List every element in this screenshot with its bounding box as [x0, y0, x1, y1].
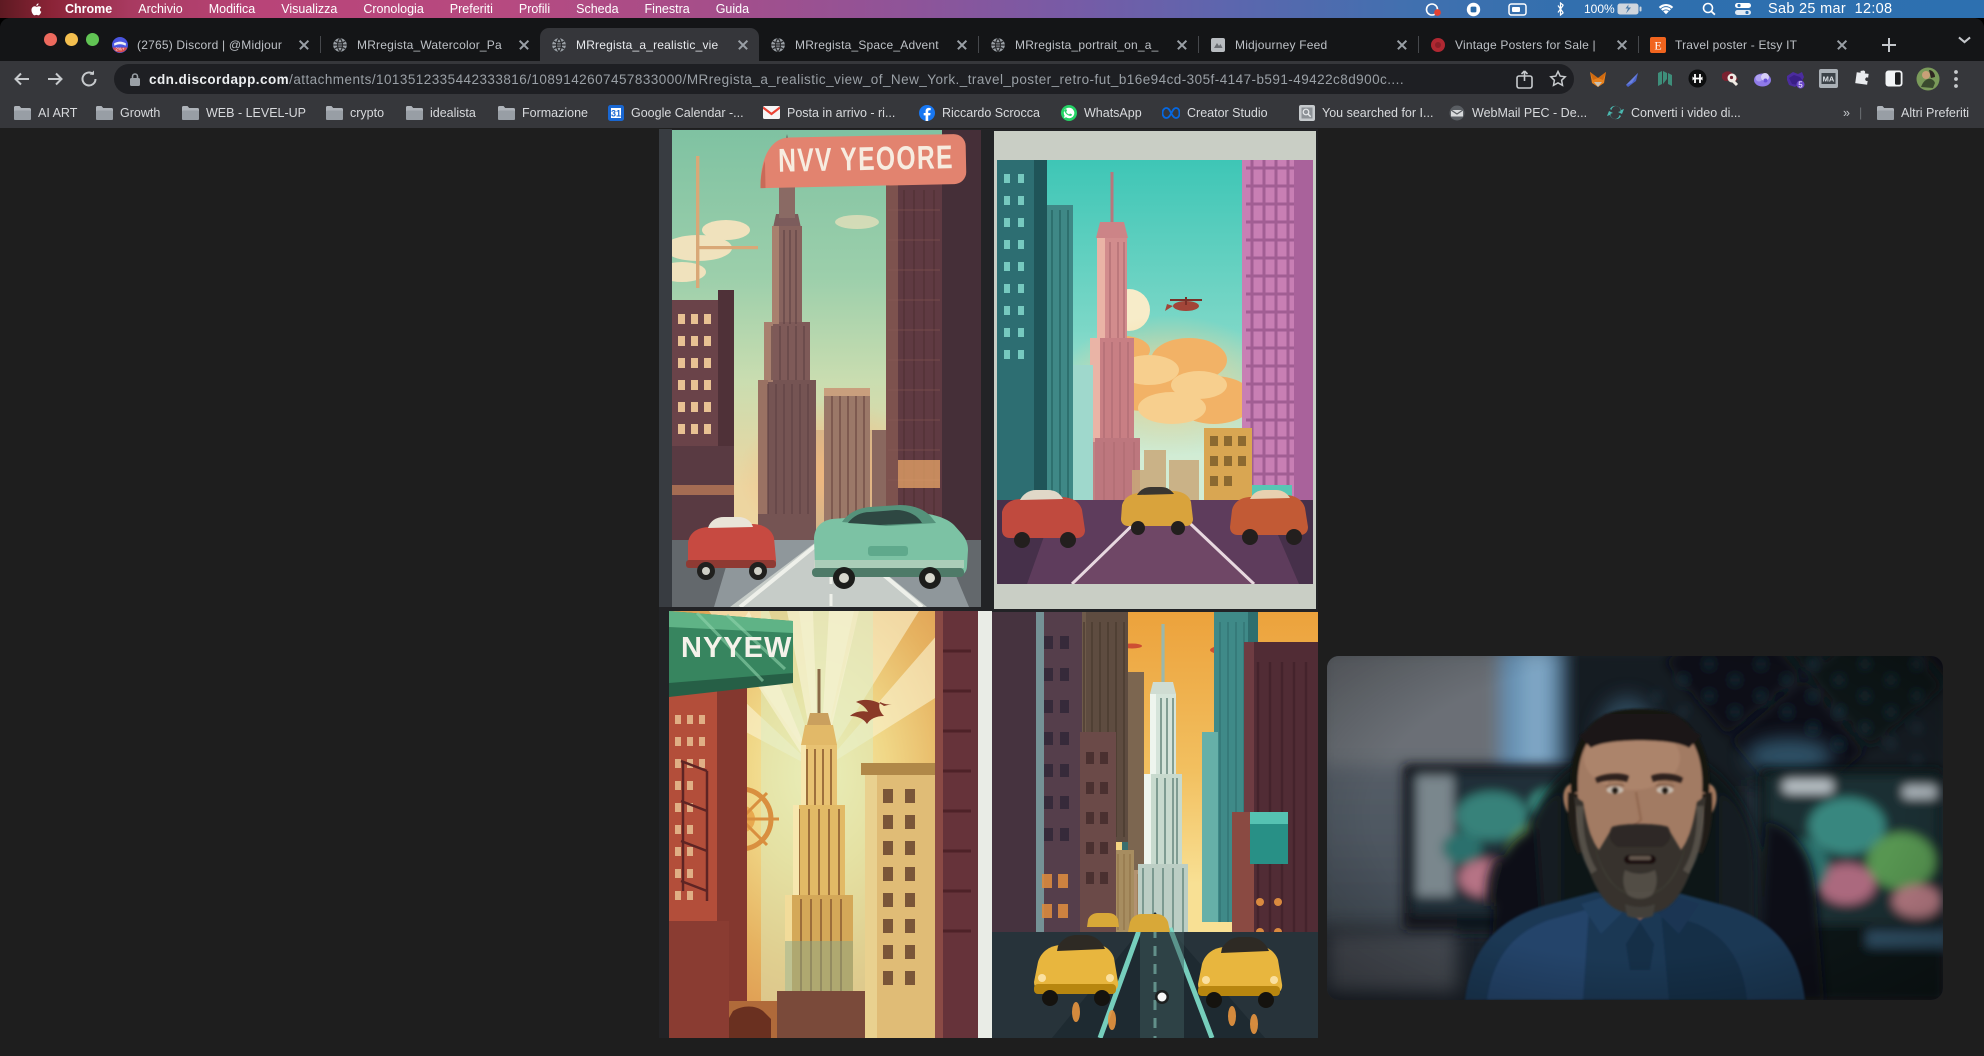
svg-text:E: E [1654, 38, 1661, 52]
svg-text:2%+: 2%+ [115, 46, 125, 51]
svg-text:MA: MA [1823, 75, 1835, 84]
svg-text:NVV YEOORE: NVV YEOORE [778, 140, 954, 180]
svg-text:5: 5 [1798, 80, 1803, 89]
svg-text:31: 31 [611, 108, 621, 118]
svg-text:NYYEW: NYYEW [681, 632, 792, 664]
